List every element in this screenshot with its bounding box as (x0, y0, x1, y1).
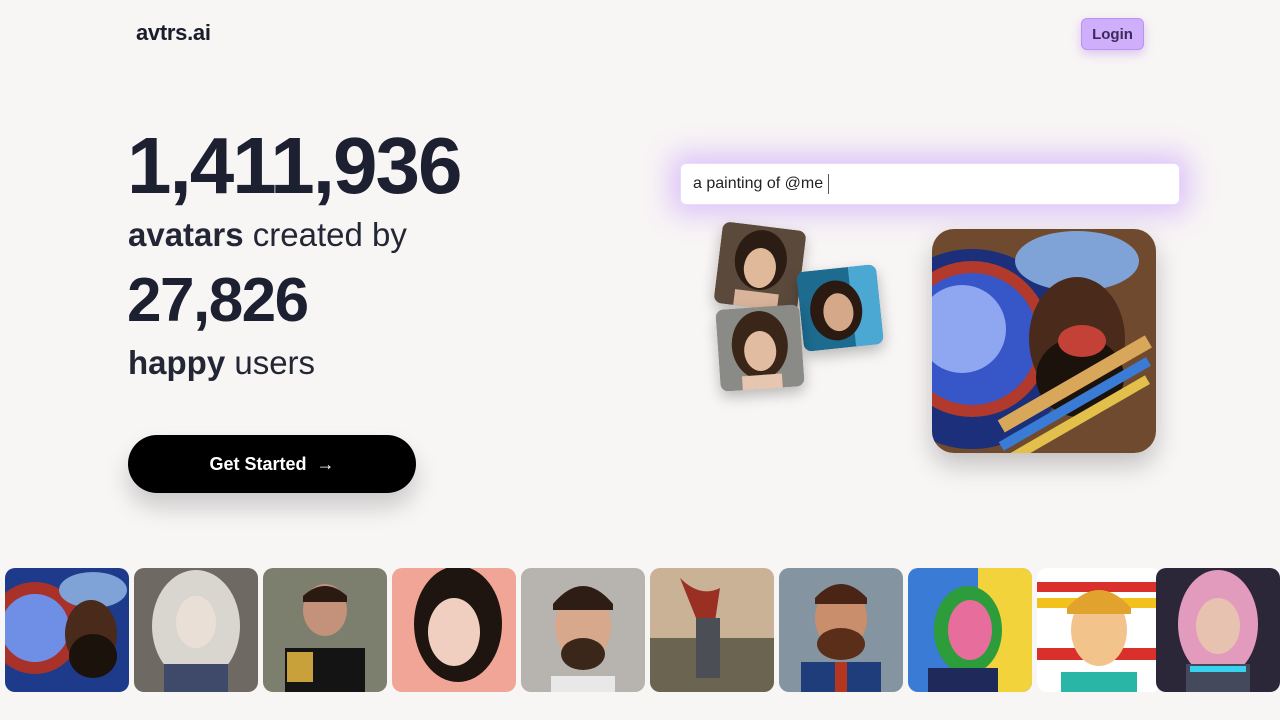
avatars-word: avatars (128, 216, 244, 253)
reference-photo-3 (715, 304, 805, 392)
get-started-button[interactable]: Get Started → (128, 435, 416, 493)
reference-photo-1 (713, 221, 807, 313)
users-word: users (225, 344, 316, 381)
avatars-count: 1,411,936 (127, 121, 462, 210)
arrow-right-icon: → (316, 453, 335, 474)
gallery-avatar-6 (650, 568, 774, 692)
prompt-text: a painting of @me (693, 175, 824, 192)
login-button[interactable]: Login (1081, 18, 1144, 50)
gallery-avatar-7 (779, 568, 903, 692)
gallery-avatar-3 (263, 568, 387, 692)
reference-photo-2 (796, 264, 884, 352)
gallery-avatar-5 (521, 568, 645, 692)
created-by-word: created by (243, 216, 407, 253)
gallery-avatar-9 (1037, 568, 1161, 692)
logo[interactable]: avtrs.ai (136, 20, 211, 46)
gallery-avatar-4 (392, 568, 516, 692)
gallery-avatar-8 (908, 568, 1032, 692)
users-count: 27,826 (127, 266, 309, 335)
avatar-gallery (5, 568, 1280, 692)
gallery-avatar-1 (5, 568, 129, 692)
happy-word: happy (128, 344, 226, 381)
generated-avatar-image (932, 229, 1156, 453)
get-started-label: Get Started (209, 453, 307, 474)
text-caret (828, 174, 830, 194)
prompt-input[interactable]: a painting of @me (680, 163, 1180, 205)
gallery-avatar-2 (134, 568, 258, 692)
happy-users-text: happy users (128, 346, 315, 379)
gallery-avatar-10 (1156, 568, 1280, 692)
avatars-created-by-text: avatars created by (128, 218, 407, 251)
